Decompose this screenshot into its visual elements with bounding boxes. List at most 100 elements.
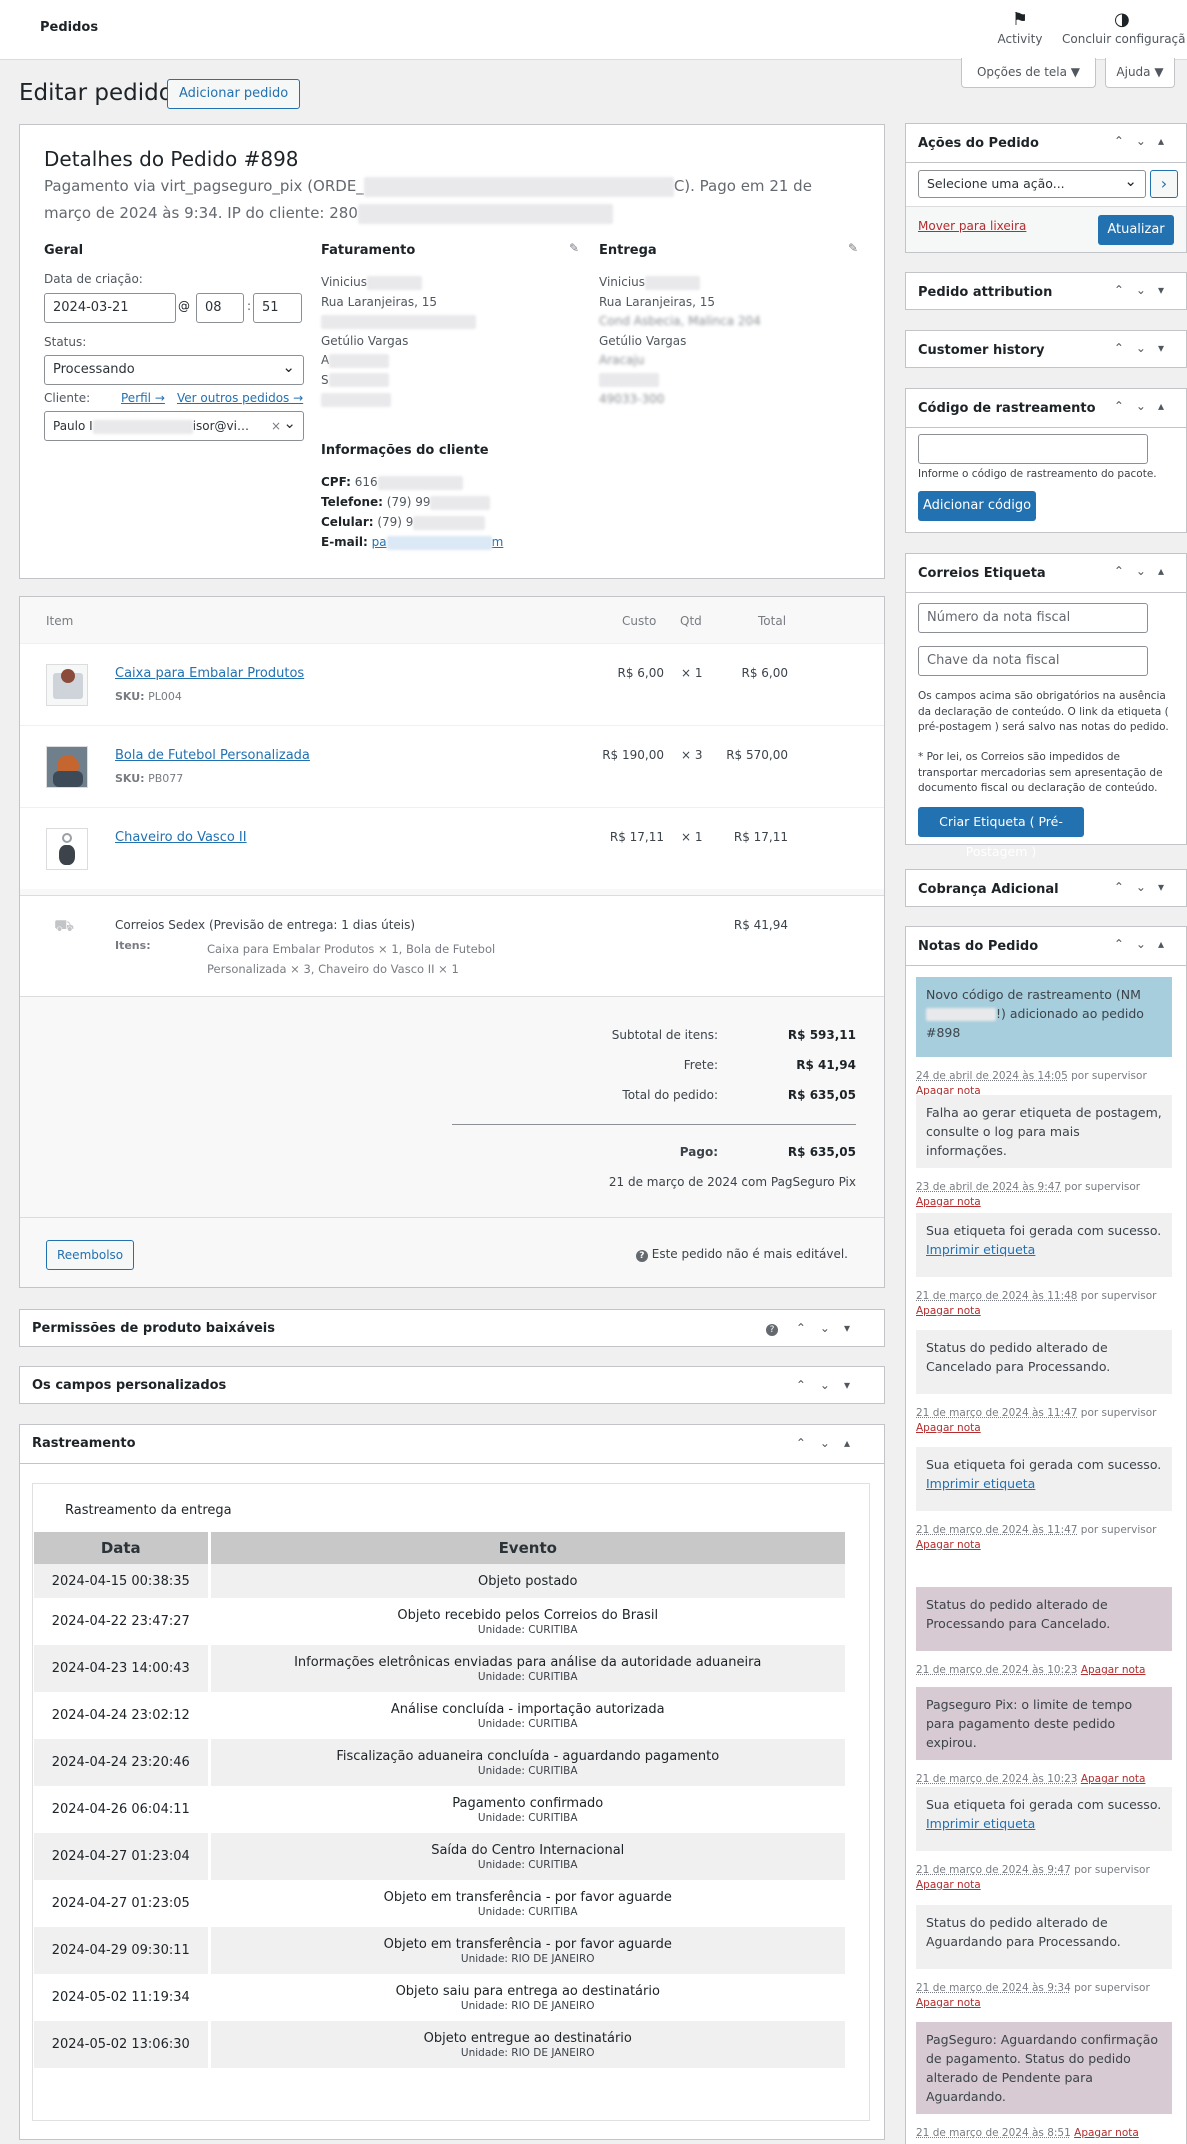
product-link[interactable]: Chaveiro do Vasco II [115, 830, 247, 845]
tracking-code-input[interactable] [918, 434, 1148, 464]
billing-name: Vinicius [321, 275, 368, 289]
move-up-icon[interactable]: ⌃ [796, 1321, 820, 1335]
divider [20, 1463, 884, 1464]
shipping-items-label: Itens: [115, 939, 151, 952]
clear-customer-icon[interactable]: × [271, 412, 281, 440]
tracking-event: Saída do Centro Internacional Unidade: CU… [209, 1833, 848, 1880]
add-tracking-code-button[interactable]: Adicionar código [918, 491, 1036, 521]
add-order-button[interactable]: Adicionar pedido [167, 79, 301, 109]
subtotal-value: R$ 593,11 [787, 1028, 856, 1042]
order-minute-input[interactable]: 51 [253, 293, 302, 323]
invoice-number-input[interactable]: Número da nota fiscal [918, 603, 1148, 633]
screen-options-button[interactable]: Opções de tela ▼ [961, 58, 1096, 88]
toggle-icon[interactable]: ▾ [844, 1378, 864, 1392]
tracking-unit: Unidade: CURITIBA [477, 1811, 578, 1824]
toggle-icon[interactable]: ▴ [844, 1436, 864, 1450]
delete-note-link[interactable]: Apagar nota [916, 1422, 981, 1434]
redacted-block [599, 373, 659, 387]
delete-note-link[interactable]: Apagar nota [1074, 2127, 1139, 2139]
box-controls[interactable]: ⌃⌄▾ [1114, 341, 1176, 355]
delete-note-link[interactable]: Apagar nota [916, 1879, 981, 1891]
shipping-items: Caixa para Embalar Produtos × 1, Bola de… [207, 939, 495, 979]
update-button[interactable]: Atualizar [1098, 215, 1174, 245]
tracking-unit: Unidade: CURITIBA [477, 1905, 578, 1918]
shipping-name: Vinicius [599, 275, 646, 289]
panel-controls[interactable]: ⌃⌄▴ [796, 1436, 864, 1450]
print-label-link[interactable]: Imprimir etiqueta [926, 1242, 1035, 1257]
invoice-key-input[interactable]: Chave da nota fiscal [918, 646, 1148, 676]
at-symbol: @ [178, 299, 190, 313]
order-status-select[interactable]: Processando [44, 353, 304, 385]
move-down-icon[interactable]: ⌄ [820, 1436, 844, 1450]
label-legal-note: * Por lei, os Correios são impedidos de … [918, 751, 1163, 794]
order-note: Status do pedido alterado de Processando… [916, 1587, 1172, 1651]
box-controls[interactable]: ⌃⌄▴ [1114, 564, 1176, 578]
product-link[interactable]: Bola de Futebol Personalizada [115, 748, 310, 763]
customer-email-link[interactable]: pa m [372, 535, 503, 550]
tracking-event: Objeto postado [209, 1564, 848, 1598]
redacted-block [329, 353, 390, 368]
tracking-date: 2024-04-23 14:00:43 [34, 1645, 211, 1692]
order-date-input[interactable]: 2024-03-21 [44, 293, 176, 323]
delete-note-link[interactable]: Apagar nota [1081, 1773, 1146, 1785]
delete-note-link[interactable]: Apagar nota [916, 1196, 981, 1208]
order-total-value: R$ 635,05 [787, 1088, 856, 1102]
box-controls[interactable]: ⌃⌄▾ [1114, 283, 1176, 297]
move-up-icon[interactable]: ⌃ [796, 1436, 820, 1450]
status-label: Status: [44, 335, 87, 349]
box-controls[interactable]: ⌃⌄▾ [1114, 880, 1176, 894]
move-up-icon[interactable]: ⌃ [796, 1378, 820, 1392]
delete-note-link[interactable]: Apagar nota [916, 1539, 981, 1551]
tracking-event: Informações eletrônicas enviadas para an… [209, 1645, 848, 1692]
shipping-complement: Cond Asbecia, Malinca 204 [599, 314, 761, 328]
create-label-button[interactable]: Criar Etiqueta ( Pré-Postagem ) [918, 807, 1084, 859]
toggle-icon[interactable]: ▾ [844, 1321, 864, 1335]
delete-note-link[interactable]: Apagar nota [916, 1997, 981, 2009]
apply-action-button[interactable]: › [1150, 170, 1178, 198]
print-label-link[interactable]: Imprimir etiqueta [926, 1816, 1035, 1831]
order-heading: Detalhes do Pedido #898 [44, 147, 299, 171]
order-hour-input[interactable]: 08 [196, 293, 244, 323]
customer-info: CPF: 616 Telefone: (79) 99 Celular: (79)… [321, 472, 503, 552]
move-to-trash-link[interactable]: Mover para lixeira [918, 219, 1026, 233]
customer-label: Cliente: [44, 391, 91, 405]
delete-note-link[interactable]: Apagar nota [916, 1305, 981, 1317]
tracking-date: 2024-04-15 00:38:35 [34, 1564, 211, 1598]
cell-value: (79) 9 [377, 515, 414, 529]
panel-controls[interactable]: ⌃⌄▾ [796, 1378, 864, 1392]
downloadable-permissions-panel[interactable]: Permissões de produto baixáveis ? ⌃⌄▾ [19, 1309, 885, 1347]
note-meta: 21 de março de 2024 às 11:47 por supervi… [916, 1406, 1156, 1436]
line-item: Chaveiro do Vasco II R$ 17,11 × 1 R$ 17,… [20, 807, 884, 889]
redacted-block [377, 475, 463, 490]
order-status-value: Processando [53, 362, 135, 377]
order-action-select[interactable]: Selecione uma ação... [918, 168, 1146, 198]
move-down-icon[interactable]: ⌄ [820, 1378, 844, 1392]
custom-fields-panel[interactable]: Os campos personalizados ⌃⌄▾ [19, 1366, 885, 1404]
item-qty: × 1 [681, 666, 703, 680]
print-label-link[interactable]: Imprimir etiqueta [926, 1476, 1035, 1491]
refund-button[interactable]: Reembolso [46, 1240, 135, 1270]
edit-shipping-icon[interactable]: ✎ [848, 241, 858, 255]
item-qty: × 3 [681, 748, 703, 762]
help-button[interactable]: Ajuda ▼ [1105, 58, 1175, 88]
customer-profile-link[interactable]: Perfil → [121, 391, 165, 405]
extra-charge-box[interactable]: Cobrança Adicional ⌃⌄▾ [905, 869, 1187, 907]
product-link[interactable]: Caixa para Embalar Produtos [115, 666, 304, 681]
item-cost: R$ 6,00 [617, 666, 664, 680]
payment-info-text-end: C). Pago em 21 de [673, 177, 812, 195]
tracking-unit: Unidade: CURITIBA [477, 1670, 578, 1683]
other-orders-link[interactable]: Ver outros pedidos → [177, 391, 303, 405]
edit-billing-icon[interactable]: ✎ [569, 241, 579, 255]
customer-select[interactable]: Paulo I isor@vi… × ⌄ [44, 411, 304, 441]
panel-controls[interactable]: ? ⌃⌄▾ [766, 1321, 864, 1336]
box-controls[interactable]: ⌃⌄▴ [1114, 937, 1176, 951]
activity-button[interactable]: ⚑ Activity [990, 8, 1050, 46]
note-text: Novo código de rastreamento (NM [926, 987, 1141, 1002]
delete-note-link[interactable]: Apagar nota [1081, 1664, 1146, 1676]
pedido-attribution-box[interactable]: Pedido attribution ⌃⌄▾ [905, 272, 1187, 310]
box-controls[interactable]: ⌃⌄▴ [1114, 134, 1176, 148]
box-controls[interactable]: ⌃⌄▴ [1114, 399, 1176, 413]
move-down-icon[interactable]: ⌄ [820, 1321, 844, 1335]
customer-history-box[interactable]: Customer history ⌃⌄▾ [905, 330, 1187, 368]
finish-setup-button[interactable]: ◑ Concluir configuraçã [1062, 8, 1187, 46]
